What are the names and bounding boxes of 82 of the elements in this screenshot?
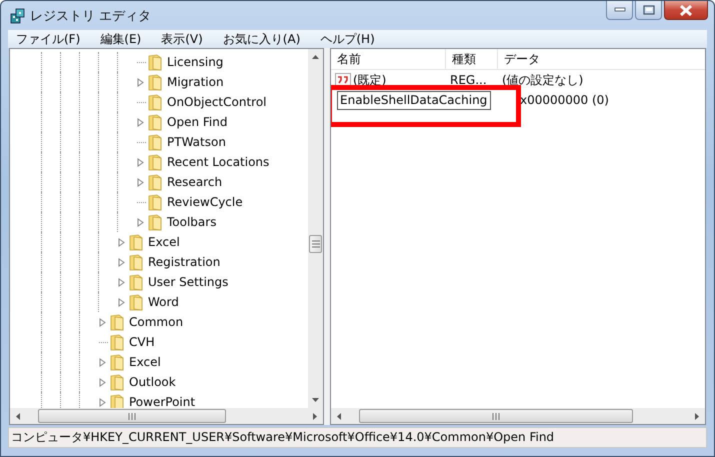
expand-icon[interactable] — [99, 398, 106, 406]
grip-icon — [128, 412, 136, 420]
scroll-right-icon[interactable] — [695, 412, 699, 420]
vertical-scrollbar[interactable] — [308, 49, 323, 408]
tree-item[interactable]: OnObjectControl — [10, 92, 308, 112]
scroll-up-icon[interactable] — [312, 55, 319, 59]
value-type: REG... — [450, 73, 487, 87]
minimize-icon — [614, 7, 626, 13]
scroll-down-icon[interactable] — [312, 398, 319, 402]
expand-icon[interactable] — [118, 298, 125, 306]
tree-item[interactable]: Licensing — [10, 52, 308, 72]
status-bar: コンピュータ¥HKEY_CURRENT_USER¥Software¥Microsoft¥Office¥14.0¥Common¥Open Find — [8, 427, 707, 448]
expand-icon[interactable] — [118, 258, 125, 266]
menu-item[interactable]: 表示(V) — [161, 30, 203, 48]
tree-item[interactable]: Excel — [10, 232, 308, 252]
tree-item[interactable]: Open Find — [10, 112, 308, 132]
menu-item[interactable]: 編集(E) — [100, 30, 142, 48]
column-header[interactable]: 種類 — [446, 49, 498, 69]
expand-icon[interactable] — [137, 118, 144, 126]
menu-item[interactable]: ファイル(F) — [16, 30, 80, 48]
tree-item[interactable]: Excel — [10, 352, 308, 372]
folder-icon — [148, 94, 162, 110]
folder-icon — [129, 254, 143, 270]
expand-icon[interactable] — [99, 318, 106, 326]
folder-icon — [148, 174, 162, 190]
tree-item[interactable]: Toolbars — [10, 212, 308, 232]
folder-icon — [148, 74, 162, 90]
tree-item[interactable]: Common — [10, 312, 308, 332]
value-data: (値の設定なし) — [502, 72, 584, 88]
folder-icon — [129, 274, 143, 290]
menu-item[interactable]: お気に入り(A) — [222, 30, 300, 48]
tree-item[interactable]: CVH — [10, 332, 308, 352]
tree-item[interactable]: Research — [10, 172, 308, 192]
expand-icon[interactable] — [137, 78, 144, 86]
grip-icon — [492, 412, 500, 420]
folder-icon — [110, 314, 124, 330]
rename-field[interactable]: EnableShellDataCaching — [337, 90, 491, 110]
folder-icon — [110, 374, 124, 390]
folder-icon — [129, 234, 143, 250]
column-header[interactable]: データ — [498, 49, 705, 69]
window-title: レジストリ エディタ — [30, 8, 152, 24]
maximize-icon — [642, 5, 654, 15]
horizontal-scrollbar[interactable] — [331, 408, 705, 424]
scroll-left-icon[interactable] — [337, 412, 341, 420]
folder-icon — [110, 394, 124, 408]
tree-item[interactable]: Recent Locations — [10, 152, 308, 172]
folder-icon — [148, 134, 162, 150]
folder-icon — [129, 294, 143, 310]
grip-icon — [312, 240, 320, 248]
horizontal-scrollbar[interactable] — [10, 408, 323, 424]
folder-icon — [110, 334, 124, 350]
folder-icon — [148, 154, 162, 170]
tree-item[interactable]: Migration — [10, 72, 308, 92]
registry-icon — [10, 8, 26, 24]
scroll-left-icon[interactable] — [16, 412, 20, 420]
tree-item[interactable]: User Settings — [10, 272, 308, 292]
expand-icon[interactable] — [137, 178, 144, 186]
tree-item[interactable]: ReviewCycle — [10, 192, 308, 212]
tree-item[interactable]: Registration — [10, 252, 308, 272]
minimize-button[interactable] — [606, 1, 633, 20]
string-value-icon — [335, 73, 351, 87]
close-icon — [679, 4, 693, 16]
expand-icon[interactable] — [118, 278, 125, 286]
folder-icon — [148, 194, 162, 210]
scroll-right-icon[interactable] — [313, 412, 317, 420]
expand-icon[interactable] — [118, 238, 125, 246]
expand-icon[interactable] — [137, 218, 144, 226]
expand-icon[interactable] — [99, 378, 106, 386]
column-header[interactable]: 名前 — [331, 49, 446, 69]
maximize-button[interactable] — [635, 1, 662, 20]
folder-icon — [148, 214, 162, 230]
tree-item[interactable]: Word — [10, 292, 308, 312]
tree-item[interactable]: Outlook — [10, 372, 308, 392]
tree-item[interactable]: PTWatson — [10, 132, 308, 152]
folder-icon — [148, 114, 162, 130]
close-button[interactable] — [664, 1, 708, 20]
folder-icon — [110, 354, 124, 370]
expand-icon[interactable] — [137, 158, 144, 166]
expand-icon[interactable] — [99, 358, 106, 366]
menu-item[interactable]: ヘルプ(H) — [320, 30, 375, 48]
value-data: x00000000 (0) — [520, 93, 609, 107]
folder-icon — [148, 54, 162, 70]
